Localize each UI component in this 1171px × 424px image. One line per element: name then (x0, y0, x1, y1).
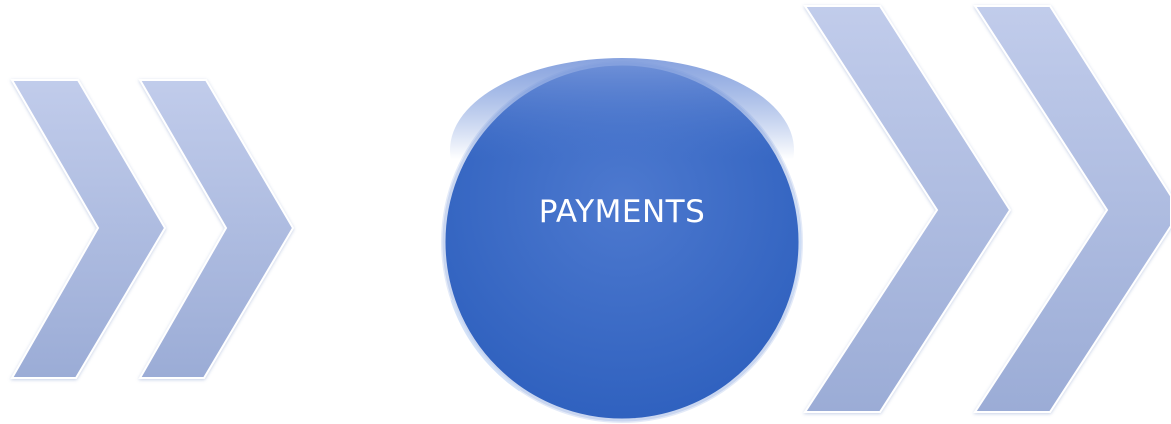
right-chevron-1 (803, 5, 1012, 413)
diagram-canvas: PAYMENTS (0, 0, 1171, 424)
left-double-chevron-icon (10, 79, 295, 379)
right-double-chevron-icon (803, 5, 1171, 413)
diagram-graphic (10, 5, 1171, 423)
payments-circle (441, 58, 803, 423)
left-chevron-1 (10, 79, 167, 379)
